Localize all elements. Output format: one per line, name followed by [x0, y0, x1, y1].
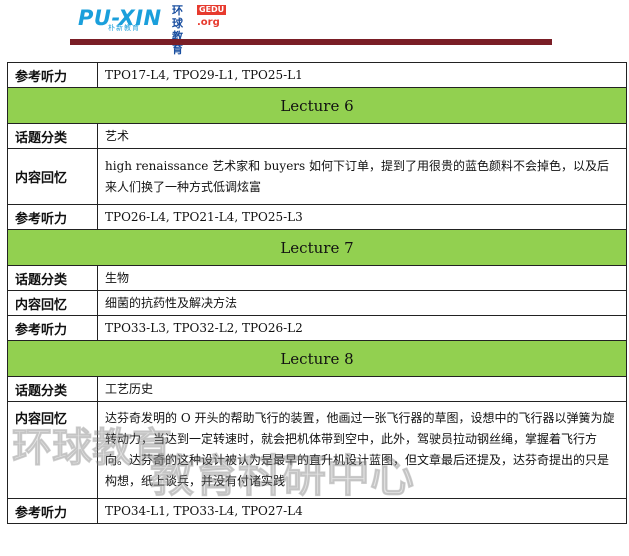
table-row: 参考听力 TPO17-L4, TPO29-L1, TPO25-L1 [7, 62, 627, 88]
row-label: 参考听力 [7, 498, 98, 524]
row-value: 工艺历史 [97, 376, 627, 402]
gedu-badge: GEDU [197, 5, 227, 15]
row-label: 话题分类 [7, 265, 98, 291]
table-row: 话题分类 工艺历史 [7, 376, 627, 402]
row-label: 参考听力 [7, 62, 98, 88]
row-label: 内容回忆 [7, 401, 98, 499]
puxin-logo: PU-XIN 朴新教育 环球 教育 GEDU .org [78, 3, 227, 56]
table-row: 话题分类 生物 [7, 265, 627, 291]
row-value: 生物 [97, 265, 627, 291]
row-value: 艺术 [97, 123, 627, 149]
row-value: 达芬奇发明的 O 开头的帮助飞行的装置，他画过一张飞行器的草图，设想中的飞行器以… [97, 401, 627, 499]
gedu-org: .org [197, 17, 220, 28]
row-value: TPO26-L4, TPO21-L4, TPO25-L3 [97, 204, 627, 230]
row-value: TPO34-L1, TPO33-L4, TPO27-L4 [97, 498, 627, 524]
lecture-title: Lecture 6 [7, 87, 627, 124]
row-value: TPO17-L4, TPO29-L1, TPO25-L1 [97, 62, 627, 88]
header-divider [70, 39, 552, 45]
table-row: 内容回忆 细菌的抗药性及解决方法 [7, 290, 627, 316]
section-header: Lecture 6 [7, 87, 627, 124]
logo-brand-sub: 朴新教育 [108, 24, 140, 32]
section-header: Lecture 7 [7, 229, 627, 266]
table-row: 参考听力 TPO26-L4, TPO21-L4, TPO25-L3 [7, 204, 627, 230]
row-label: 话题分类 [7, 123, 98, 149]
gedu-logo-text: 环球 教育 [172, 4, 183, 56]
row-label: 内容回忆 [7, 290, 98, 316]
table-row: 内容回忆 high renaissance 艺术家和 buyers 如何下订单，… [7, 148, 627, 205]
table-row: 参考听力 TPO33-L3, TPO32-L2, TPO26-L2 [7, 315, 627, 341]
table-row: 话题分类 艺术 [7, 123, 627, 149]
row-label: 内容回忆 [7, 148, 98, 205]
table-row: 内容回忆 达芬奇发明的 O 开头的帮助飞行的装置，他画过一张飞行器的草图，设想中… [7, 401, 627, 499]
row-value: 细菌的抗药性及解决方法 [97, 290, 627, 316]
lecture-table: 参考听力 TPO17-L4, TPO29-L1, TPO25-L1 Lectur… [7, 62, 627, 524]
lecture-title: Lecture 7 [7, 229, 627, 266]
row-value: high renaissance 艺术家和 buyers 如何下订单，提到了用很… [97, 148, 627, 205]
row-label: 参考听力 [7, 315, 98, 341]
row-value: TPO33-L3, TPO32-L2, TPO26-L2 [97, 315, 627, 341]
section-header: Lecture 8 [7, 340, 627, 377]
page-header: PU-XIN 朴新教育 环球 教育 GEDU .org [0, 0, 629, 62]
table-row: 参考听力 TPO34-L1, TPO33-L4, TPO27-L4 [7, 498, 627, 524]
lecture-title: Lecture 8 [7, 340, 627, 377]
row-label: 话题分类 [7, 376, 98, 402]
row-label: 参考听力 [7, 204, 98, 230]
